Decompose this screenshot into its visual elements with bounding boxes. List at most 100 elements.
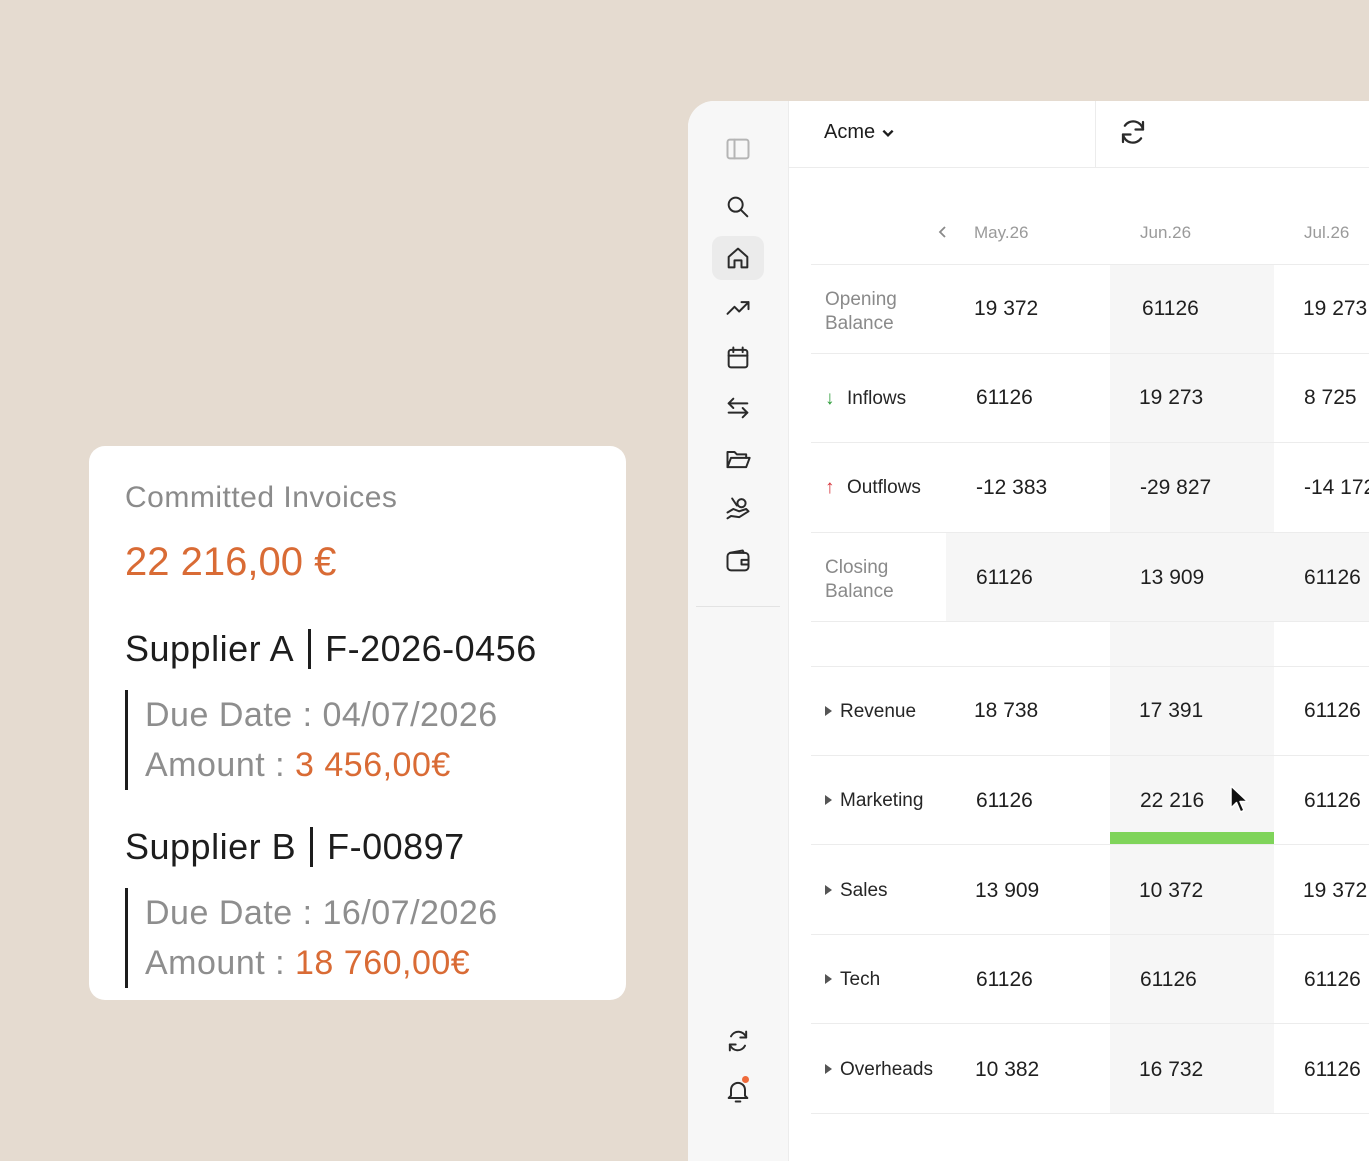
amount-value: 18 760,00€: [295, 944, 471, 982]
table-cell[interactable]: 61126: [1304, 566, 1361, 590]
home-icon: [727, 247, 749, 269]
table-cell[interactable]: 17 391: [1139, 699, 1203, 723]
expand-triangle-icon[interactable]: [825, 706, 832, 716]
trending-up-icon: [726, 301, 750, 315]
month-header[interactable]: Jun.26: [1140, 223, 1191, 243]
expand-triangle-icon[interactable]: [825, 974, 832, 984]
row-divider: [811, 844, 1369, 845]
home-button[interactable]: [712, 236, 764, 280]
label-line: Balance: [825, 581, 894, 602]
row-label-revenue[interactable]: Revenue: [825, 700, 916, 724]
table-cell[interactable]: 13 909: [1140, 566, 1204, 590]
row-divider: [811, 934, 1369, 935]
notifications-button[interactable]: [712, 1069, 764, 1113]
wallet-icon: [726, 549, 750, 572]
table-cell[interactable]: 61126: [1304, 789, 1361, 813]
row-divider: [811, 264, 1369, 265]
selected-cell-indicator: [1110, 832, 1274, 844]
label-line: Opening: [825, 289, 897, 310]
row-label-marketing[interactable]: Marketing: [825, 789, 923, 813]
expand-triangle-icon[interactable]: [825, 1064, 832, 1074]
table-cell[interactable]: 10 382: [975, 1058, 1039, 1082]
search-button[interactable]: [712, 185, 764, 229]
row-label-inflows: ↓ Inflows: [825, 387, 906, 411]
table-cell[interactable]: 61126: [1304, 699, 1361, 723]
folder-icon: [726, 451, 751, 469]
calendar-icon: [727, 346, 749, 369]
arrow-up-icon: ↑: [825, 477, 835, 498]
previous-month-button[interactable]: [935, 224, 949, 240]
table-cell[interactable]: 19 372: [1303, 879, 1367, 903]
sidebar-toggle-button[interactable]: [712, 127, 764, 171]
expand-triangle-icon[interactable]: [825, 885, 832, 895]
trends-button[interactable]: [712, 286, 764, 330]
transfers-button[interactable]: [712, 386, 764, 430]
transfer-icon: [727, 397, 749, 419]
month-header[interactable]: May.26: [974, 223, 1029, 243]
due-date-value: 16/07/2026: [322, 894, 498, 932]
separator: [308, 629, 312, 669]
row-label-opening-balance: Opening Balance: [825, 288, 897, 336]
due-date-value: 04/07/2026: [322, 696, 498, 734]
invoice-number: F-00897: [327, 826, 465, 867]
table-cell[interactable]: 8 725: [1304, 386, 1357, 410]
label-text: Tech: [840, 969, 881, 990]
app-window: Acme May.26 Jun.26 Jul.26 Opening Balanc…: [688, 101, 1369, 1161]
row-divider: [811, 755, 1369, 756]
table-cell[interactable]: -14 172: [1304, 476, 1369, 500]
month-header[interactable]: Jul.26: [1304, 223, 1349, 243]
supplier-b-details: Due Date : 16/07/2026 Amount : 18 760,00…: [125, 888, 590, 988]
amount-value: 3 456,00€: [295, 746, 451, 784]
row-label-closing-balance: Closing Balance: [825, 556, 894, 604]
table-cell[interactable]: 19 273: [1303, 297, 1367, 321]
card-title: Committed Invoices: [125, 481, 398, 514]
row-divider: [811, 621, 1369, 622]
row-divider: [811, 666, 1369, 667]
table-cell[interactable]: 61126: [976, 566, 1033, 590]
label-text: Revenue: [840, 701, 917, 722]
sync-button[interactable]: [712, 1019, 764, 1063]
expand-triangle-icon[interactable]: [825, 795, 832, 805]
chevron-left-icon: [938, 226, 946, 238]
table-cell[interactable]: -29 827: [1140, 476, 1211, 500]
icon-rail: [688, 101, 789, 1161]
table-cell[interactable]: 13 909: [975, 879, 1039, 903]
table-cell[interactable]: 19 372: [974, 297, 1038, 321]
table-cell[interactable]: 61126: [1140, 968, 1197, 992]
sync-icon: [728, 1030, 748, 1052]
row-divider: [811, 1113, 1369, 1114]
payments-button[interactable]: [712, 487, 764, 531]
table-cell[interactable]: 61126: [1304, 968, 1361, 992]
supplier-a-details: Due Date : 04/07/2026 Amount : 3 456,00€: [125, 690, 590, 790]
row-label-outflows: ↑ Outflows: [825, 476, 921, 500]
amount-line: Amount : 3 456,00€: [145, 740, 590, 790]
row-label-tech[interactable]: Tech: [825, 968, 880, 992]
table-cell[interactable]: 19 273: [1139, 386, 1203, 410]
label-line: Balance: [825, 313, 894, 334]
table-cell[interactable]: 61126: [976, 789, 1033, 813]
row-divider: [811, 353, 1369, 354]
table-cell[interactable]: -12 383: [976, 476, 1047, 500]
label-text: Overheads: [840, 1059, 933, 1080]
table-cell[interactable]: 61126: [976, 968, 1033, 992]
table-cell[interactable]: 10 372: [1139, 879, 1203, 903]
row-divider: [811, 1023, 1369, 1024]
documents-button[interactable]: [712, 437, 764, 481]
table-cell[interactable]: 61126: [1304, 1058, 1361, 1082]
table-cell[interactable]: 61126: [1142, 297, 1199, 321]
wallet-button[interactable]: [712, 539, 764, 583]
notification-dot: [742, 1076, 749, 1083]
table-cell[interactable]: 61126: [976, 386, 1033, 410]
label-text: Outflows: [847, 477, 921, 498]
row-label-sales[interactable]: Sales: [825, 879, 888, 903]
cursor-icon: [1230, 785, 1249, 813]
table-cell[interactable]: 22 216: [1140, 789, 1204, 813]
table-cell[interactable]: 16 732: [1139, 1058, 1203, 1082]
supplier-name: Supplier A: [125, 628, 295, 669]
row-divider: [811, 532, 1369, 533]
calendar-button[interactable]: [712, 336, 764, 380]
row-label-overheads[interactable]: Overheads: [825, 1058, 933, 1082]
due-date-line: Due Date : 04/07/2026: [145, 690, 590, 740]
table-cell[interactable]: 18 738: [974, 699, 1038, 723]
due-date-label: Due Date :: [145, 696, 323, 734]
